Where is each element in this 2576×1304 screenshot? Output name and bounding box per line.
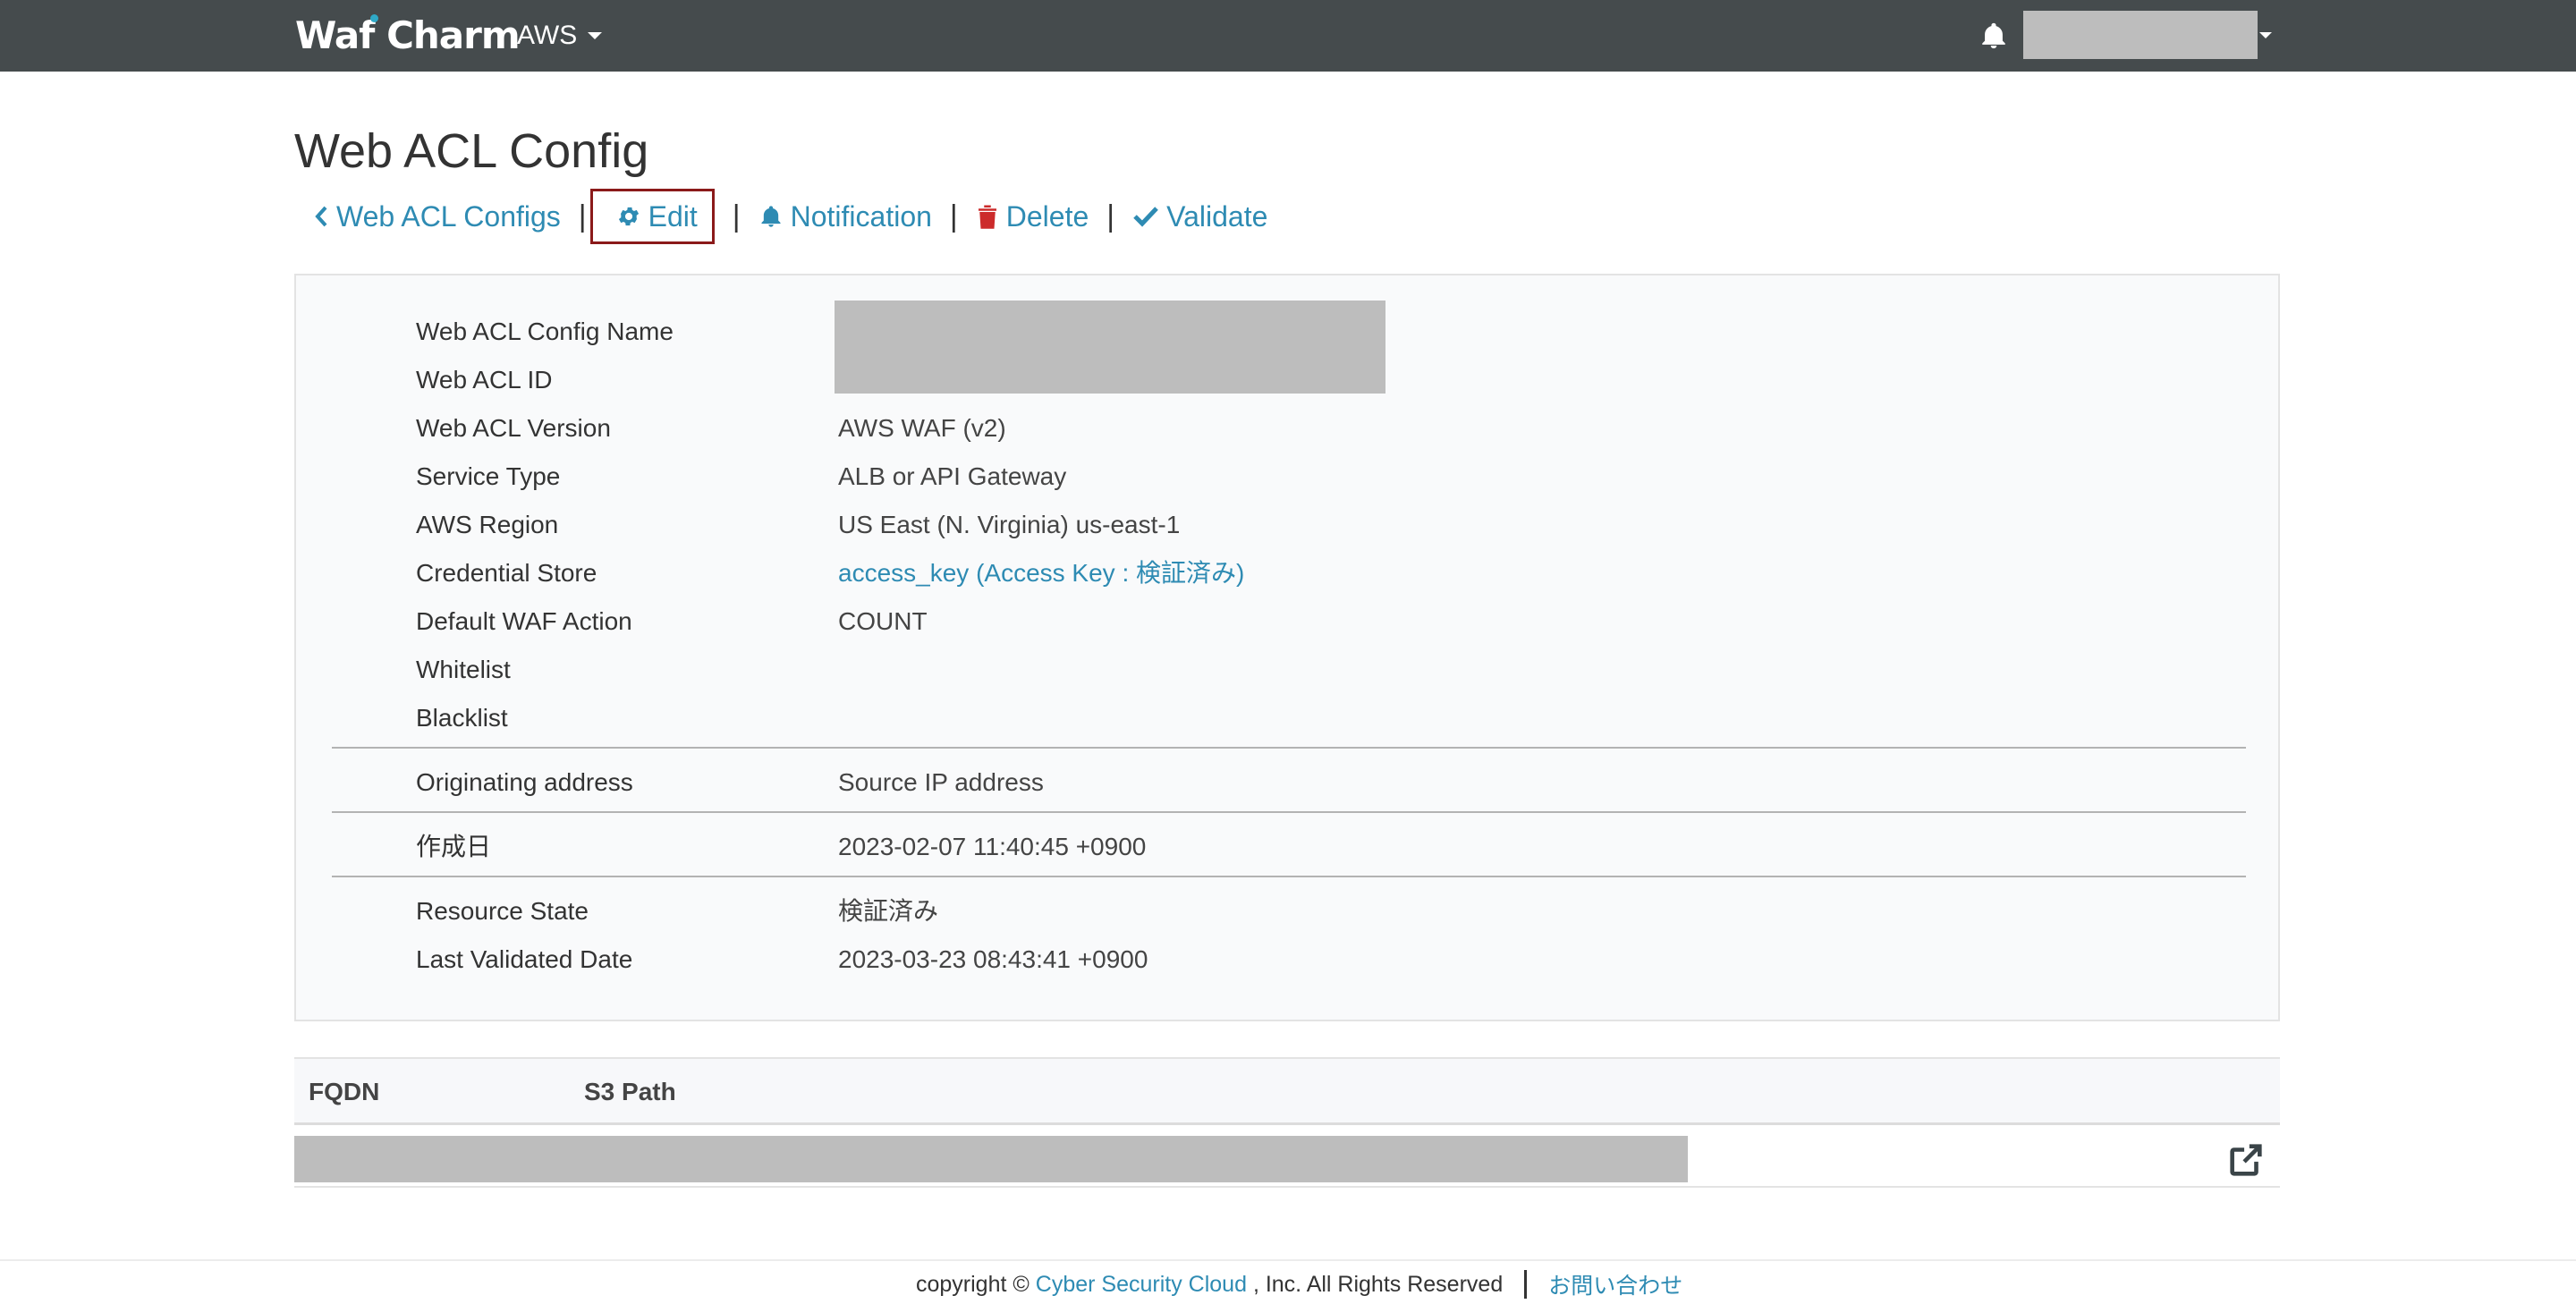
- detail-label: Whitelist: [416, 656, 511, 683]
- detail-label: Default WAF Action: [416, 607, 632, 635]
- detail-value: US East (N. Virginia) us-east-1: [838, 511, 1181, 538]
- validate-button[interactable]: Validate: [1132, 200, 1267, 233]
- detail-label: Service Type: [416, 462, 561, 490]
- divider: [332, 876, 2246, 877]
- separator: |: [949, 199, 958, 233]
- brand-logo[interactable]: Waf Charm: [295, 9, 521, 63]
- detail-value: ALB or API Gateway: [838, 462, 1067, 490]
- back-link-label: Web ACL Configs: [336, 199, 561, 233]
- detail-value: 2023-03-23 08:43:41 +0900: [838, 945, 1148, 973]
- bell-icon: [761, 206, 781, 227]
- detail-row-resource-state: Resource State 検証済み: [296, 887, 2278, 936]
- back-to-web-acl-configs-link[interactable]: Web ACL Configs: [313, 200, 561, 233]
- caret-down-icon[interactable]: [2259, 32, 2272, 38]
- action-bar: Web ACL Configs | Edit | Notification | …: [313, 189, 1267, 244]
- company-link[interactable]: Cyber Security Cloud: [1036, 1272, 1247, 1298]
- detail-row-originating-address: Originating address Source IP address: [296, 758, 2278, 807]
- copyright-prefix: copyright ©: [916, 1271, 1030, 1297]
- detail-row-web-acl-version: Web ACL Version AWS WAF (v2): [296, 404, 2278, 453]
- copyright-suffix: , Inc. All Rights Reserved: [1252, 1271, 1504, 1297]
- detail-value: 2023-02-07 11:40:45 +0900: [838, 833, 1147, 860]
- gear-icon: [618, 207, 639, 226]
- detail-value: COUNT: [838, 607, 928, 635]
- column-header-s3-path: S3 Path: [584, 1078, 676, 1105]
- redacted-fqdn-and-s3-path: [294, 1136, 1688, 1182]
- detail-value: AWS WAF (v2): [838, 414, 1006, 442]
- detail-label: Web ACL Config Name: [416, 318, 674, 345]
- fqdn-table-header: FQDN S3 Path: [294, 1057, 2280, 1125]
- detail-row-whitelist: Whitelist: [296, 646, 2278, 694]
- footer-content: copyright © Cyber Security Cloud , Inc. …: [916, 1268, 1682, 1300]
- detail-row-last-validated: Last Validated Date 2023-03-23 08:43:41 …: [296, 936, 2278, 984]
- page-footer: copyright © Cyber Security Cloud , Inc. …: [0, 1259, 2576, 1304]
- trash-icon: [978, 205, 996, 229]
- brand-logo-text: Waf Charm: [295, 13, 521, 57]
- detail-label: Credential Store: [416, 559, 597, 587]
- detail-label: 作成日: [416, 833, 492, 860]
- detail-value: Source IP address: [838, 768, 1044, 796]
- contact-link[interactable]: お問い合わせ: [1548, 1268, 1682, 1300]
- divider: [332, 747, 2246, 749]
- detail-label: Originating address: [416, 768, 633, 796]
- table-row: [294, 1129, 2280, 1188]
- detail-row-service-type: Service Type ALB or API Gateway: [296, 453, 2278, 501]
- credential-store-link[interactable]: access_key (Access Key : 検証済み): [838, 549, 1244, 597]
- checkmark-icon: [1133, 207, 1158, 227]
- detail-value: 検証済み: [838, 897, 939, 925]
- web-acl-details-panel: Web ACL Config Name Web ACL ID Web ACL V…: [294, 274, 2280, 1021]
- bell-icon[interactable]: [1979, 20, 2009, 52]
- brand-logo-dot: [370, 14, 378, 22]
- detail-row-web-acl-id: Web ACL ID: [296, 356, 2278, 404]
- edit-button-label: Edit: [648, 199, 698, 233]
- delete-button-label: Delete: [1005, 199, 1089, 233]
- column-header-fqdn: FQDN: [309, 1078, 380, 1105]
- detail-label: AWS Region: [416, 511, 559, 538]
- detail-row-default-waf-action: Default WAF Action COUNT: [296, 597, 2278, 646]
- detail-label: Blacklist: [416, 704, 508, 732]
- detail-label: Last Validated Date: [416, 945, 633, 973]
- separator: |: [1106, 199, 1115, 233]
- page-title: Web ACL Config: [294, 124, 649, 178]
- top-navbar: Waf Charm AWS: [0, 0, 2576, 72]
- detail-row-credential-store: Credential Store access_key (Access Key …: [296, 549, 2278, 597]
- caret-down-icon: [588, 32, 603, 39]
- edit-button[interactable]: Edit: [589, 189, 715, 244]
- user-menu-redacted[interactable]: [2023, 11, 2258, 59]
- validate-button-label: Validate: [1166, 199, 1268, 233]
- footer-separator: [1524, 1270, 1528, 1299]
- platform-dropdown-label: AWS: [517, 21, 578, 50]
- detail-row-config-name: Web ACL Config Name: [296, 308, 2278, 356]
- platform-dropdown[interactable]: AWS: [517, 16, 603, 55]
- separator: |: [578, 199, 587, 233]
- detail-row-created-at: 作成日 2023-02-07 11:40:45 +0900: [296, 823, 2278, 871]
- detail-row-aws-region: AWS Region US East (N. Virginia) us-east…: [296, 501, 2278, 549]
- detail-label: Web ACL Version: [416, 414, 611, 442]
- detail-label: Web ACL ID: [416, 366, 553, 394]
- detail-row-blacklist: Blacklist: [296, 694, 2278, 742]
- notification-button[interactable]: Notification: [758, 200, 932, 233]
- separator: |: [732, 199, 741, 233]
- detail-label: Resource State: [416, 897, 589, 925]
- notification-button-label: Notification: [790, 199, 932, 233]
- external-link-icon[interactable]: [2224, 1139, 2267, 1181]
- chevron-left-icon: [315, 206, 327, 227]
- delete-button[interactable]: Delete: [976, 200, 1089, 233]
- divider: [332, 811, 2246, 813]
